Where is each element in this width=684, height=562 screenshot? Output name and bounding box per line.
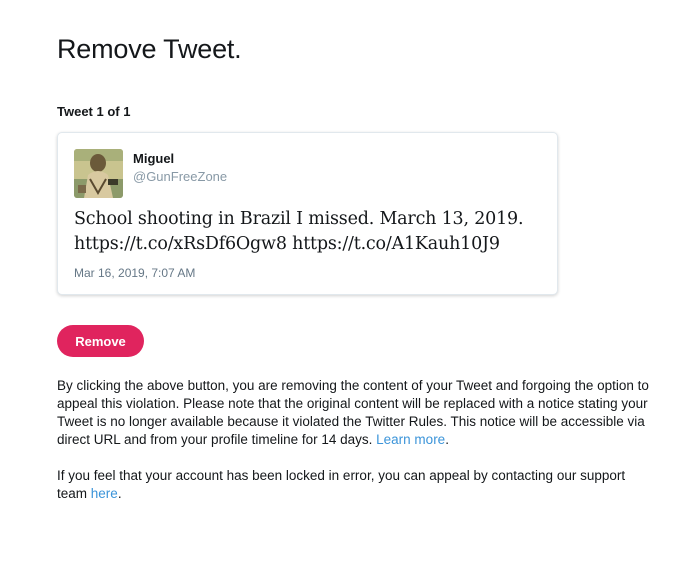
remove-button[interactable]: Remove <box>57 325 144 357</box>
support-team-link[interactable]: here <box>91 486 118 501</box>
author-handle[interactable]: @GunFreeZone <box>133 169 227 184</box>
appeal-paragraph: If you feel that your account has been l… <box>57 467 657 503</box>
user-avatar-icon[interactable] <box>74 149 123 198</box>
appeal-text: If you feel that your account has been l… <box>57 468 626 501</box>
info-paragraph: By clicking the above button, you are re… <box>57 377 657 449</box>
appeal-period: . <box>117 486 122 501</box>
tweet-count: Tweet 1 of 1 <box>57 104 131 119</box>
tweet-text: School shooting in Brazil I missed. Marc… <box>74 207 544 257</box>
tweet-card: Miguel @GunFreeZone School shooting in B… <box>57 132 558 295</box>
info-period: . <box>445 432 449 447</box>
author-name[interactable]: Miguel <box>133 151 174 166</box>
tweet-timestamp: Mar 16, 2019, 7:07 AM <box>74 266 196 280</box>
info-text: By clicking the above button, you are re… <box>57 378 649 447</box>
tweet-text-line: School shooting in Brazil I missed. Marc… <box>74 209 524 229</box>
learn-more-link[interactable]: Learn more <box>376 432 445 447</box>
page-title: Remove Tweet. <box>57 34 242 64</box>
tweet-text-links[interactable]: https://t.co/xRsDf6Ogw8 https://t.co/A1K… <box>74 232 544 257</box>
